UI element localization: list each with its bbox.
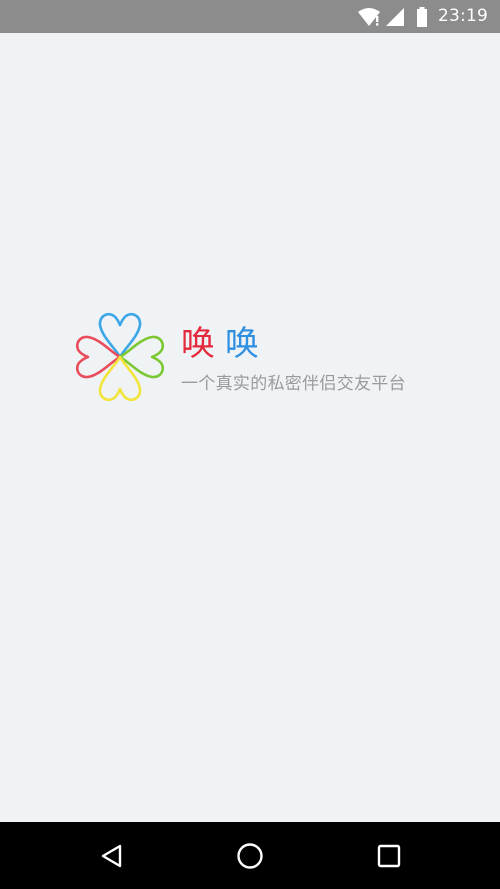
wifi-icon (356, 0, 382, 33)
signal-icon (384, 0, 406, 33)
recents-icon (377, 844, 401, 867)
back-icon (101, 844, 122, 867)
app-tagline: 一个真实的私密伴侣交友平台 (181, 374, 406, 394)
heart-right-icon (118, 335, 165, 379)
home-button[interactable] (220, 822, 280, 889)
app-name: 唤唤 (181, 323, 259, 365)
recents-button[interactable] (359, 822, 419, 889)
back-button[interactable] (82, 822, 142, 889)
status-bar: 23:19 (0, 0, 500, 33)
battery-icon (414, 0, 430, 33)
home-icon (237, 842, 263, 869)
splash-screen: 唤唤 一个真实的私密伴侣交友平台 (0, 33, 500, 822)
heart-top-icon (98, 312, 142, 359)
app-name-char-2: 唤 (225, 324, 259, 364)
heart-bottom-icon (98, 355, 142, 402)
status-time: 23:19 (438, 6, 488, 26)
navigation-bar (0, 822, 500, 889)
heart-left-icon (75, 335, 122, 379)
app-logo-icon (75, 312, 165, 402)
app-name-char-1: 唤 (181, 324, 215, 364)
